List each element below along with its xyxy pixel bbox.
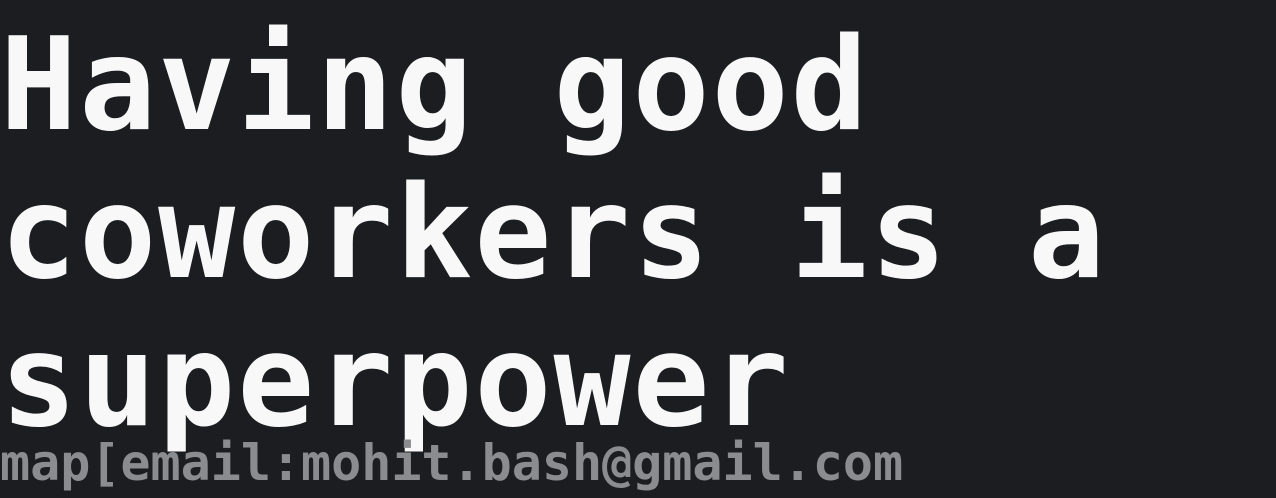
post-title: Having good coworkers is a superpower bbox=[0, 11, 1107, 456]
author-email-line: map[email:mohit.bash@gmail.com bbox=[0, 434, 904, 492]
og-card: Having good coworkers is a superpower ma… bbox=[0, 0, 1276, 498]
